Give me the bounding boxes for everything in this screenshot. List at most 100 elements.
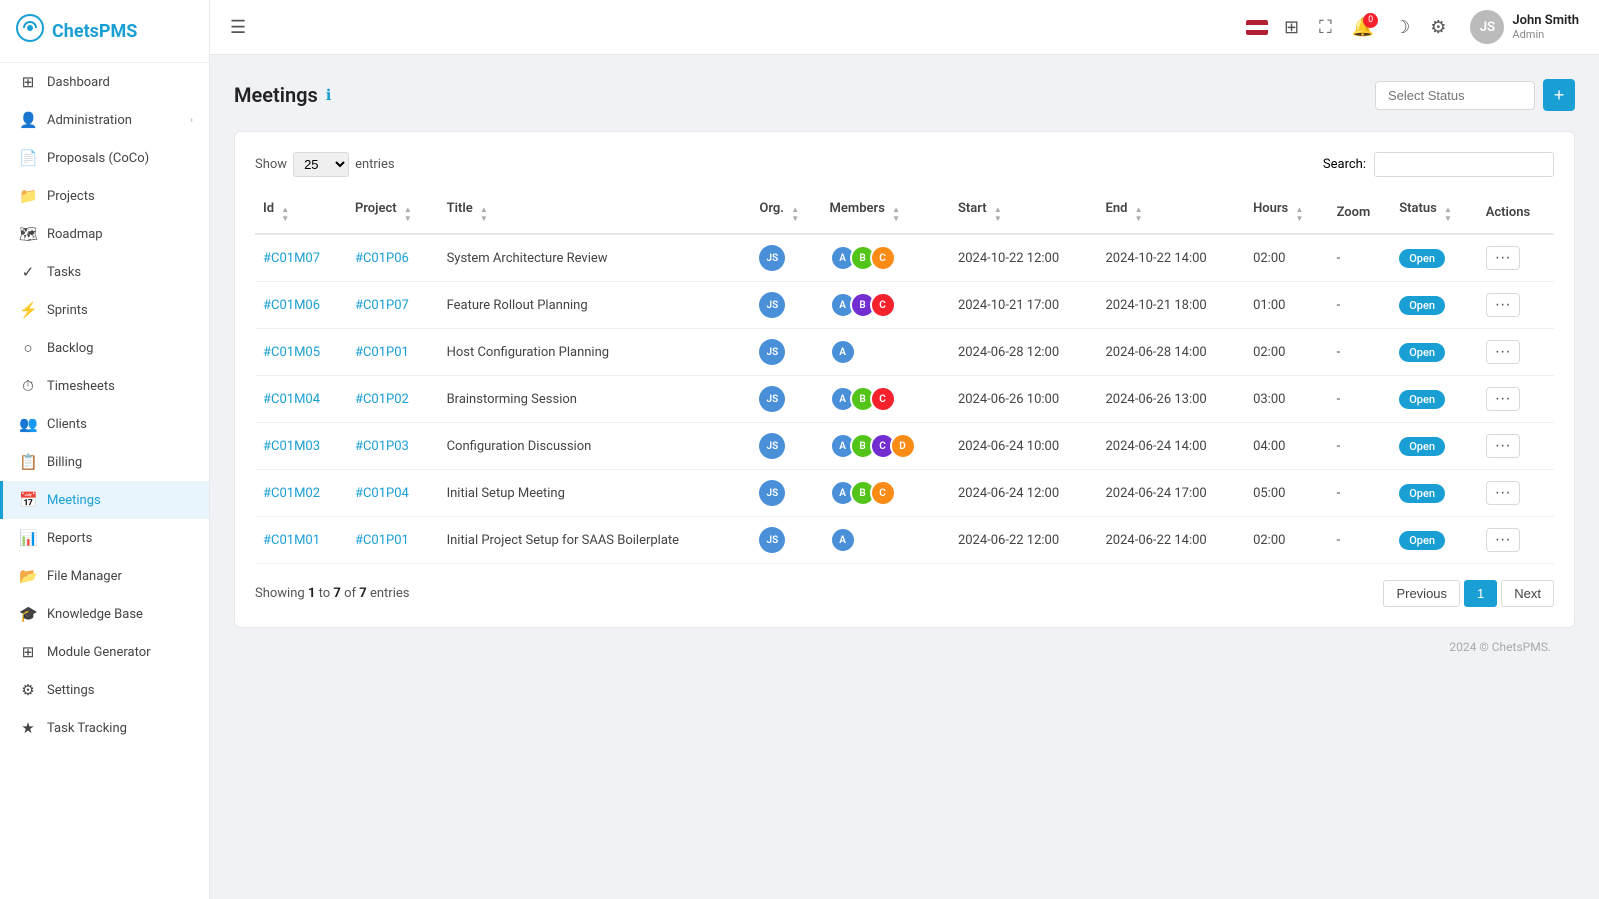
showing-to: 7 bbox=[333, 586, 340, 601]
footer-text: 2024 © ChetsPMS. bbox=[1449, 640, 1551, 654]
language-flag-icon[interactable] bbox=[1246, 20, 1268, 35]
member-avatar: A bbox=[830, 527, 856, 553]
sidebar-item-timesheets[interactable]: ⏱ Timesheets bbox=[0, 367, 209, 405]
meeting-project[interactable]: #C01P01 bbox=[347, 329, 439, 376]
actions-menu-button[interactable]: ··· bbox=[1486, 387, 1520, 411]
meeting-project[interactable]: #C01P02 bbox=[347, 376, 439, 423]
meeting-id[interactable]: #C01M06 bbox=[255, 282, 347, 329]
sidebar-item-label: Settings bbox=[47, 683, 94, 698]
add-meeting-button[interactable]: + bbox=[1543, 79, 1575, 111]
meeting-actions: ··· bbox=[1478, 470, 1554, 517]
meeting-title: Feature Rollout Planning bbox=[439, 282, 752, 329]
sidebar-item-knowledge-base[interactable]: 🎓 Knowledge Base bbox=[0, 595, 209, 633]
org-avatar: JS bbox=[759, 527, 785, 553]
meeting-id[interactable]: #C01M05 bbox=[255, 329, 347, 376]
col-org[interactable]: Org. ▲▼ bbox=[751, 191, 821, 234]
sidebar-item-roadmap[interactable]: 🗺 Roadmap bbox=[0, 215, 209, 253]
table-row: #C01M06 #C01P07 Feature Rollout Planning… bbox=[255, 282, 1554, 329]
next-button[interactable]: Next bbox=[1501, 580, 1554, 607]
apps-grid-icon[interactable]: ⊞ bbox=[1284, 17, 1299, 38]
meeting-project[interactable]: #C01P06 bbox=[347, 234, 439, 282]
table-header-row: Id ▲▼ Project ▲▼ Title ▲▼ Org. ▲▼ Member… bbox=[255, 191, 1554, 234]
sidebar-item-administration[interactable]: 👤 Administration › bbox=[0, 101, 209, 139]
sidebar-item-projects[interactable]: 📁 Projects bbox=[0, 177, 209, 215]
user-area[interactable]: JS John Smith Admin bbox=[1470, 10, 1579, 44]
meeting-status: Open bbox=[1391, 470, 1478, 517]
sidebar-item-task-tracking[interactable]: ★ Task Tracking bbox=[0, 709, 209, 747]
col-members[interactable]: Members ▲▼ bbox=[822, 191, 950, 234]
meetings-icon: 📅 bbox=[19, 491, 37, 509]
col-id[interactable]: Id ▲▼ bbox=[255, 191, 347, 234]
actions-menu-button[interactable]: ··· bbox=[1486, 246, 1520, 270]
sidebar-item-label: Billing bbox=[47, 455, 82, 470]
sidebar-item-backlog[interactable]: ○ Backlog bbox=[0, 329, 209, 367]
col-status[interactable]: Status ▲▼ bbox=[1391, 191, 1478, 234]
sidebar: ChetsPMS ⊞ Dashboard 👤 Administration › … bbox=[0, 0, 210, 899]
sidebar-item-label: Administration bbox=[47, 113, 132, 128]
meeting-id[interactable]: #C01M04 bbox=[255, 376, 347, 423]
sidebar-item-billing[interactable]: 📋 Billing bbox=[0, 443, 209, 481]
sidebar-item-label: Dashboard bbox=[47, 75, 110, 90]
meeting-id[interactable]: #C01M01 bbox=[255, 517, 347, 564]
logo[interactable]: ChetsPMS bbox=[0, 0, 209, 63]
search-input[interactable] bbox=[1374, 152, 1554, 177]
col-hours[interactable]: Hours ▲▼ bbox=[1245, 191, 1329, 234]
meeting-project[interactable]: #C01P07 bbox=[347, 282, 439, 329]
actions-menu-button[interactable]: ··· bbox=[1486, 293, 1520, 317]
meeting-status: Open bbox=[1391, 517, 1478, 564]
meeting-id[interactable]: #C01M03 bbox=[255, 423, 347, 470]
sidebar-item-settings[interactable]: ⚙ Settings bbox=[0, 671, 209, 709]
col-title[interactable]: Title ▲▼ bbox=[439, 191, 752, 234]
meeting-project[interactable]: #C01P01 bbox=[347, 517, 439, 564]
sidebar-item-file-manager[interactable]: 📂 File Manager bbox=[0, 557, 209, 595]
search-label: Search: bbox=[1323, 157, 1366, 172]
meeting-status: Open bbox=[1391, 376, 1478, 423]
fullscreen-icon[interactable]: ⛶ bbox=[1319, 17, 1332, 38]
sidebar-item-reports[interactable]: 📊 Reports bbox=[0, 519, 209, 557]
hamburger-menu-icon[interactable]: ☰ bbox=[230, 17, 246, 38]
sidebar-item-dashboard[interactable]: ⊞ Dashboard bbox=[0, 63, 209, 101]
sidebar-item-sprints[interactable]: ⚡ Sprints bbox=[0, 291, 209, 329]
meeting-project[interactable]: #C01P03 bbox=[347, 423, 439, 470]
actions-menu-button[interactable]: ··· bbox=[1486, 434, 1520, 458]
meeting-project[interactable]: #C01P04 bbox=[347, 470, 439, 517]
actions-menu-button[interactable]: ··· bbox=[1486, 528, 1520, 552]
meeting-end: 2024-06-26 13:00 bbox=[1098, 376, 1246, 423]
sidebar-item-meetings[interactable]: 📅 Meetings bbox=[0, 481, 209, 519]
meeting-title: Brainstorming Session bbox=[439, 376, 752, 423]
status-select-input[interactable] bbox=[1375, 81, 1535, 110]
col-end[interactable]: End ▲▼ bbox=[1098, 191, 1246, 234]
meeting-members: ABC bbox=[822, 282, 950, 329]
meeting-end: 2024-10-22 14:00 bbox=[1098, 234, 1246, 282]
org-avatar: JS bbox=[759, 339, 785, 365]
previous-button[interactable]: Previous bbox=[1383, 580, 1460, 607]
meetings-card: Show 25 10 50 100 entries Search: bbox=[234, 131, 1575, 628]
meeting-title: Initial Setup Meeting bbox=[439, 470, 752, 517]
meeting-members: ABC bbox=[822, 234, 950, 282]
meeting-id[interactable]: #C01M07 bbox=[255, 234, 347, 282]
info-icon[interactable]: ℹ bbox=[326, 86, 332, 104]
sidebar-item-label: Sprints bbox=[47, 303, 88, 318]
meeting-members: ABC bbox=[822, 470, 950, 517]
sprints-icon: ⚡ bbox=[19, 301, 37, 319]
gear-settings-icon[interactable]: ⚙ bbox=[1430, 17, 1446, 38]
meeting-id[interactable]: #C01M02 bbox=[255, 470, 347, 517]
col-project[interactable]: Project ▲▼ bbox=[347, 191, 439, 234]
actions-menu-button[interactable]: ··· bbox=[1486, 340, 1520, 364]
col-start[interactable]: Start ▲▼ bbox=[950, 191, 1098, 234]
meeting-zoom: - bbox=[1329, 234, 1392, 282]
meeting-org: JS bbox=[751, 376, 821, 423]
sidebar-item-module-generator[interactable]: ⊞ Module Generator bbox=[0, 633, 209, 671]
meeting-title: Initial Project Setup for SAAS Boilerpla… bbox=[439, 517, 752, 564]
sidebar-item-clients[interactable]: 👥 Clients bbox=[0, 405, 209, 443]
dark-mode-icon[interactable]: ☽ bbox=[1394, 17, 1410, 38]
sidebar-item-proposals[interactable]: 📄 Proposals (CoCo) bbox=[0, 139, 209, 177]
meeting-start: 2024-10-21 17:00 bbox=[950, 282, 1098, 329]
page-1-button[interactable]: 1 bbox=[1464, 580, 1497, 607]
notifications-icon[interactable]: 🔔 0 bbox=[1352, 17, 1374, 38]
sidebar-item-tasks[interactable]: ✓ Tasks bbox=[0, 253, 209, 291]
pagination: Showing 1 to 7 of 7 entries Previous 1 N… bbox=[255, 580, 1554, 607]
entries-select[interactable]: 25 10 50 100 bbox=[293, 152, 349, 177]
meeting-org: JS bbox=[751, 423, 821, 470]
actions-menu-button[interactable]: ··· bbox=[1486, 481, 1520, 505]
